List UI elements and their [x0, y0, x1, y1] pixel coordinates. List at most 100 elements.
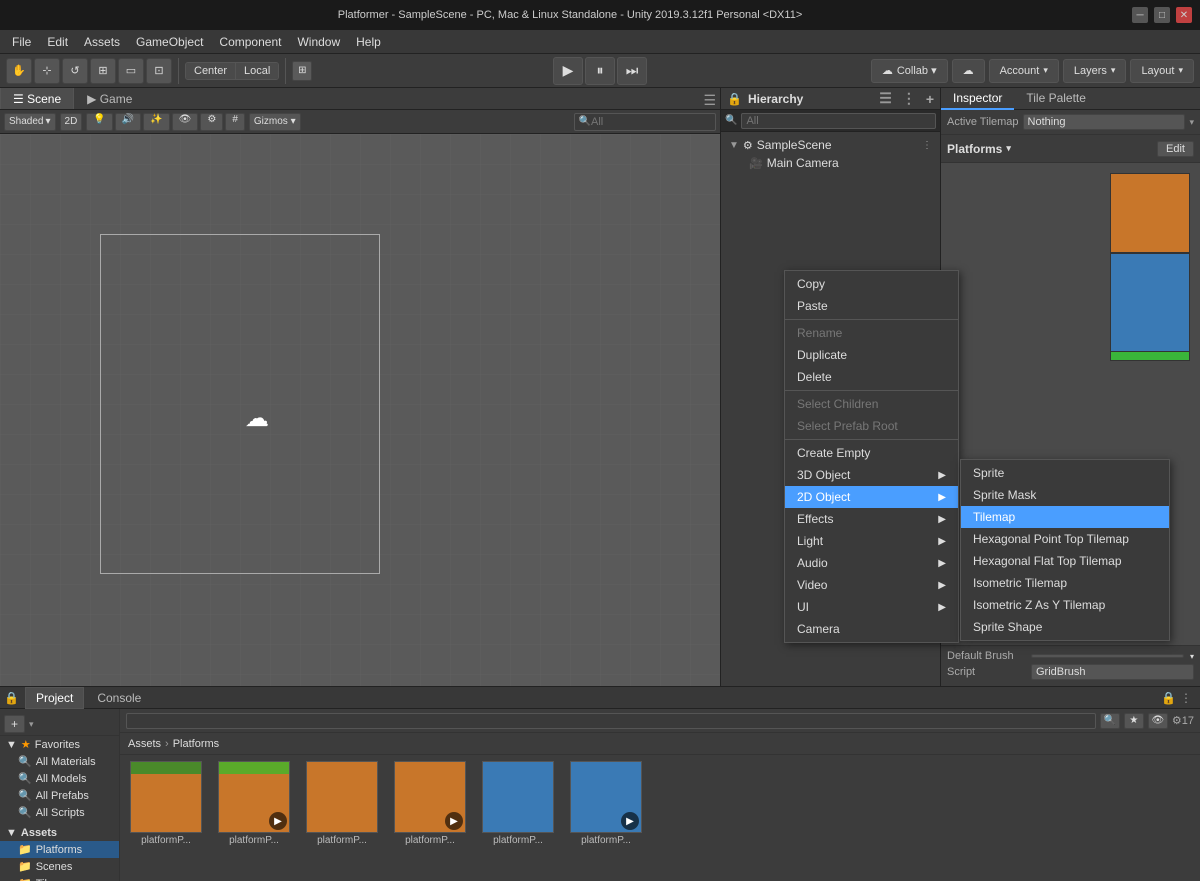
- ctx-ui[interactable]: UI▶: [785, 596, 958, 618]
- overlay-toggle[interactable]: 👁: [172, 113, 199, 131]
- hierarchy-options-icon[interactable]: ☰: [879, 90, 892, 107]
- tab-game[interactable]: ▶ Game: [74, 88, 145, 109]
- sidebar-scenes[interactable]: 📁 Scenes: [0, 858, 119, 875]
- gizmos-dropdown[interactable]: Gizmos ▾: [249, 113, 301, 131]
- sidebar-all-models[interactable]: 🔍 All Models: [0, 770, 119, 787]
- asset-item-5[interactable]: ▶ platformP...: [566, 761, 646, 846]
- ctx-delete[interactable]: Delete: [785, 366, 958, 388]
- menu-assets[interactable]: Assets: [76, 30, 128, 53]
- scene-canvas[interactable]: ☁: [0, 134, 720, 686]
- project-filter-icon[interactable]: ★: [1124, 713, 1144, 729]
- sidebar-assets[interactable]: ▼ Assets: [0, 825, 119, 841]
- hierarchy-menu-icon[interactable]: ⋮: [902, 90, 916, 107]
- hierarchy-item-maincamera[interactable]: 🎥 Main Camera: [721, 154, 940, 172]
- sidebar-all-materials[interactable]: 🔍 All Materials: [0, 753, 119, 770]
- submenu-hex-flat-top[interactable]: Hexagonal Flat Top Tilemap: [961, 550, 1169, 572]
- ctx-copy[interactable]: Copy: [785, 273, 958, 295]
- ctx-camera[interactable]: Camera: [785, 618, 958, 640]
- submenu-isometric-z[interactable]: Isometric Z As Y Tilemap: [961, 594, 1169, 616]
- sidebar-tilemap[interactable]: 📁 Tilemap: [0, 875, 119, 881]
- scene-options-icon[interactable]: ⋮: [922, 140, 932, 151]
- menu-edit[interactable]: Edit: [39, 30, 76, 53]
- layout-button[interactable]: Layout ▾: [1130, 59, 1194, 83]
- sidebar-all-prefabs[interactable]: 🔍 All Prefabs: [0, 787, 119, 804]
- menu-help[interactable]: Help: [348, 30, 389, 53]
- platforms-dropdown-icon[interactable]: ▾: [1006, 143, 1011, 154]
- hand-tool[interactable]: ✋: [6, 58, 32, 84]
- project-search-icon[interactable]: 🔍: [1100, 713, 1120, 729]
- bottom-lock2-icon[interactable]: 🔒: [1161, 691, 1176, 705]
- scale-tool[interactable]: ⊞: [90, 58, 116, 84]
- menu-component[interactable]: Component: [211, 30, 289, 53]
- asset-item-4[interactable]: platformP...: [478, 761, 558, 846]
- asset-item-1[interactable]: ▶ platformP...: [214, 761, 294, 846]
- tab-project[interactable]: Project: [25, 687, 84, 709]
- ctx-audio[interactable]: Audio▶: [785, 552, 958, 574]
- account-button[interactable]: Account ▾: [989, 59, 1059, 83]
- local-button[interactable]: Local: [236, 63, 278, 79]
- layers-button[interactable]: Layers ▾: [1063, 59, 1127, 83]
- brush-dropdown-icon[interactable]: ▾: [1190, 652, 1194, 661]
- grid-toggle[interactable]: #: [225, 113, 245, 131]
- asset-item-3[interactable]: ▶ platformP...: [390, 761, 470, 846]
- submenu-hex-point-top[interactable]: Hexagonal Point Top Tilemap: [961, 528, 1169, 550]
- sidebar-all-scripts[interactable]: 🔍 All Scripts: [0, 804, 119, 821]
- asset-item-0[interactable]: platformP...: [126, 761, 206, 846]
- step-button[interactable]: ⏭: [617, 57, 647, 85]
- sidebar-platforms[interactable]: 📁 Platforms: [0, 841, 119, 858]
- scene-search-input[interactable]: [591, 116, 711, 128]
- shading-dropdown[interactable]: Shaded ▾: [4, 113, 56, 131]
- collab-button[interactable]: ☁ Collab ▾: [871, 59, 948, 83]
- effects-toggle[interactable]: ✨: [143, 113, 169, 131]
- tab-inspector[interactable]: Inspector: [941, 88, 1014, 110]
- minimize-button[interactable]: ─: [1132, 7, 1148, 23]
- hierarchy-add-icon[interactable]: +: [926, 91, 934, 107]
- tab-tile-palette[interactable]: Tile Palette: [1014, 88, 1098, 110]
- extra-toggle[interactable]: ⚙: [200, 113, 223, 131]
- project-search-input[interactable]: [126, 713, 1096, 729]
- submenu-sprite-shape[interactable]: Sprite Shape: [961, 616, 1169, 638]
- bottom-options-icon[interactable]: ⋮: [1180, 691, 1192, 705]
- project-add-button[interactable]: +: [4, 715, 25, 733]
- submenu-tilemap[interactable]: Tilemap: [961, 506, 1169, 528]
- tab-scene[interactable]: ☰ Scene: [0, 88, 74, 109]
- ctx-paste[interactable]: Paste: [785, 295, 958, 317]
- submenu-sprite-mask[interactable]: Sprite Mask: [961, 484, 1169, 506]
- ctx-video[interactable]: Video▶: [785, 574, 958, 596]
- submenu-isometric[interactable]: Isometric Tilemap: [961, 572, 1169, 594]
- hierarchy-search-input[interactable]: [741, 113, 936, 129]
- tilemap-dropdown-icon[interactable]: ▾: [1189, 117, 1194, 128]
- maximize-button[interactable]: □: [1154, 7, 1170, 23]
- ctx-3d-object[interactable]: 3D Object▶: [785, 464, 958, 486]
- ctx-create-empty[interactable]: Create Empty: [785, 442, 958, 464]
- light-toggle[interactable]: 💡: [86, 113, 112, 131]
- menu-file[interactable]: File: [4, 30, 39, 53]
- center-button[interactable]: Center: [186, 63, 236, 79]
- pause-button[interactable]: ⏸: [585, 57, 615, 85]
- project-eye-icon[interactable]: 👁: [1148, 713, 1168, 729]
- ctx-2d-object[interactable]: 2D Object▶: [785, 486, 958, 508]
- sidebar-favorites[interactable]: ▼ ★ Favorites: [0, 736, 119, 753]
- move-tool[interactable]: ⊹: [34, 58, 60, 84]
- menu-gameobject[interactable]: GameObject: [128, 30, 211, 53]
- extra-tool-btn[interactable]: ⊞: [292, 61, 312, 81]
- platforms-edit-button[interactable]: Edit: [1157, 141, 1194, 157]
- rotate-tool[interactable]: ↺: [62, 58, 88, 84]
- ctx-duplicate[interactable]: Duplicate: [785, 344, 958, 366]
- ctx-effects[interactable]: Effects▶: [785, 508, 958, 530]
- menu-window[interactable]: Window: [289, 30, 348, 53]
- rect-tool[interactable]: ▭: [118, 58, 144, 84]
- play-button[interactable]: ▶: [553, 57, 583, 85]
- submenu-sprite[interactable]: Sprite: [961, 462, 1169, 484]
- audio-toggle[interactable]: 🔊: [115, 113, 141, 131]
- 2d-toggle[interactable]: 2D: [60, 113, 83, 131]
- close-button[interactable]: ✕: [1176, 7, 1192, 23]
- ctx-light[interactable]: Light▶: [785, 530, 958, 552]
- tab-console[interactable]: Console: [86, 687, 152, 709]
- cloud-button[interactable]: ☁: [952, 59, 985, 83]
- project-add-arrow[interactable]: ▾: [29, 719, 34, 730]
- hierarchy-item-samplescene[interactable]: ▼ ⚙ SampleScene ⋮: [721, 136, 940, 154]
- asset-item-2[interactable]: platformP...: [302, 761, 382, 846]
- transform-tool[interactable]: ⊡: [146, 58, 172, 84]
- panel-options-icon[interactable]: ☰: [703, 92, 716, 109]
